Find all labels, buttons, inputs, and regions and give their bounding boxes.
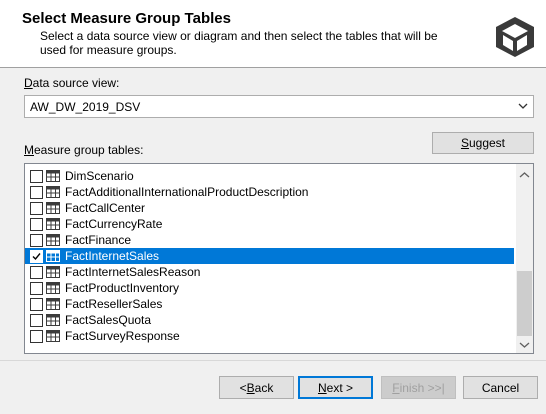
page-description: Select a data source view or diagram and… — [40, 29, 438, 57]
table-name: FactFinance — [65, 233, 132, 247]
table-name: DimScenario — [65, 169, 134, 183]
table-checkbox[interactable] — [30, 282, 43, 295]
table-checkbox[interactable] — [30, 298, 43, 311]
table-row[interactable]: DimScenario — [25, 168, 514, 184]
table-row[interactable]: FactSalesQuota — [25, 312, 514, 328]
back-button[interactable]: < Back — [219, 376, 294, 399]
table-checkbox[interactable] — [30, 202, 43, 215]
table-checkbox[interactable] — [30, 234, 43, 247]
cancel-button[interactable]: Cancel — [463, 376, 538, 399]
table-icon — [46, 282, 60, 294]
table-icon — [46, 170, 60, 182]
table-row[interactable]: FactResellerSales — [25, 296, 514, 312]
page-title: Select Measure Group Tables — [22, 10, 231, 27]
table-name: FactSurveyResponse — [65, 329, 180, 343]
scroll-up-icon[interactable] — [519, 170, 530, 180]
next-button[interactable]: Next > — [298, 376, 373, 399]
table-icon — [46, 266, 60, 278]
table-row[interactable]: FactInternetSalesReason — [25, 264, 514, 280]
scroll-down-icon[interactable] — [519, 340, 530, 350]
vertical-scrollbar[interactable] — [516, 164, 533, 353]
table-checkbox[interactable] — [30, 250, 43, 263]
table-checkbox[interactable] — [30, 170, 43, 183]
table-checkbox[interactable] — [30, 218, 43, 231]
table-checkbox[interactable] — [30, 186, 43, 199]
measure-group-tables-label: Measure group tables: — [24, 143, 144, 157]
table-icon — [46, 250, 60, 262]
table-icon — [46, 314, 60, 326]
table-row[interactable]: FactInternetSales — [25, 248, 514, 264]
footer-divider — [0, 360, 546, 361]
table-row[interactable]: FactFinance — [25, 232, 514, 248]
table-row[interactable]: FactProductInventory — [25, 280, 514, 296]
table-checkbox[interactable] — [30, 330, 43, 343]
table-name: FactCallCenter — [65, 201, 146, 215]
table-icon — [46, 234, 60, 246]
table-name: FactSalesQuota — [65, 313, 152, 327]
table-row[interactable]: FactSurveyResponse — [25, 328, 514, 344]
scrollbar-thumb[interactable] — [517, 271, 532, 336]
table-icon — [46, 218, 60, 230]
suggest-button[interactable]: Suggest — [432, 132, 534, 154]
table-name: FactInternetSalesReason — [65, 265, 201, 279]
finish-button[interactable]: Finish >>| — [381, 376, 456, 399]
table-icon — [46, 202, 60, 214]
table-row[interactable]: FactCallCenter — [25, 200, 514, 216]
data-source-view-label: Data source view: — [24, 76, 120, 90]
table-list: DimScenario FactAdditionalInternationalPr… — [25, 168, 514, 344]
table-name: FactAdditionalInternationalProductDescri… — [65, 185, 309, 199]
table-checkbox[interactable] — [30, 266, 43, 279]
wizard-header: Select Measure Group Tables Select a dat… — [0, 0, 546, 68]
table-row[interactable]: FactCurrencyRate — [25, 216, 514, 232]
table-checkbox[interactable] — [30, 314, 43, 327]
table-name: FactCurrencyRate — [65, 217, 163, 231]
cube-logo-icon — [496, 17, 534, 57]
table-icon — [46, 186, 60, 198]
table-name: FactProductInventory — [65, 281, 180, 295]
table-icon — [46, 330, 60, 342]
table-name: FactInternetSales — [65, 249, 160, 263]
chevron-down-icon — [518, 103, 528, 109]
measure-group-tables-list[interactable]: DimScenario FactAdditionalInternationalPr… — [24, 163, 534, 354]
data-source-view-value: AW_DW_2019_DSV — [30, 100, 141, 114]
table-name: FactResellerSales — [65, 297, 163, 311]
table-icon — [46, 298, 60, 310]
data-source-view-dropdown[interactable]: AW_DW_2019_DSV — [24, 95, 534, 118]
table-row[interactable]: FactAdditionalInternationalProductDescri… — [25, 184, 514, 200]
